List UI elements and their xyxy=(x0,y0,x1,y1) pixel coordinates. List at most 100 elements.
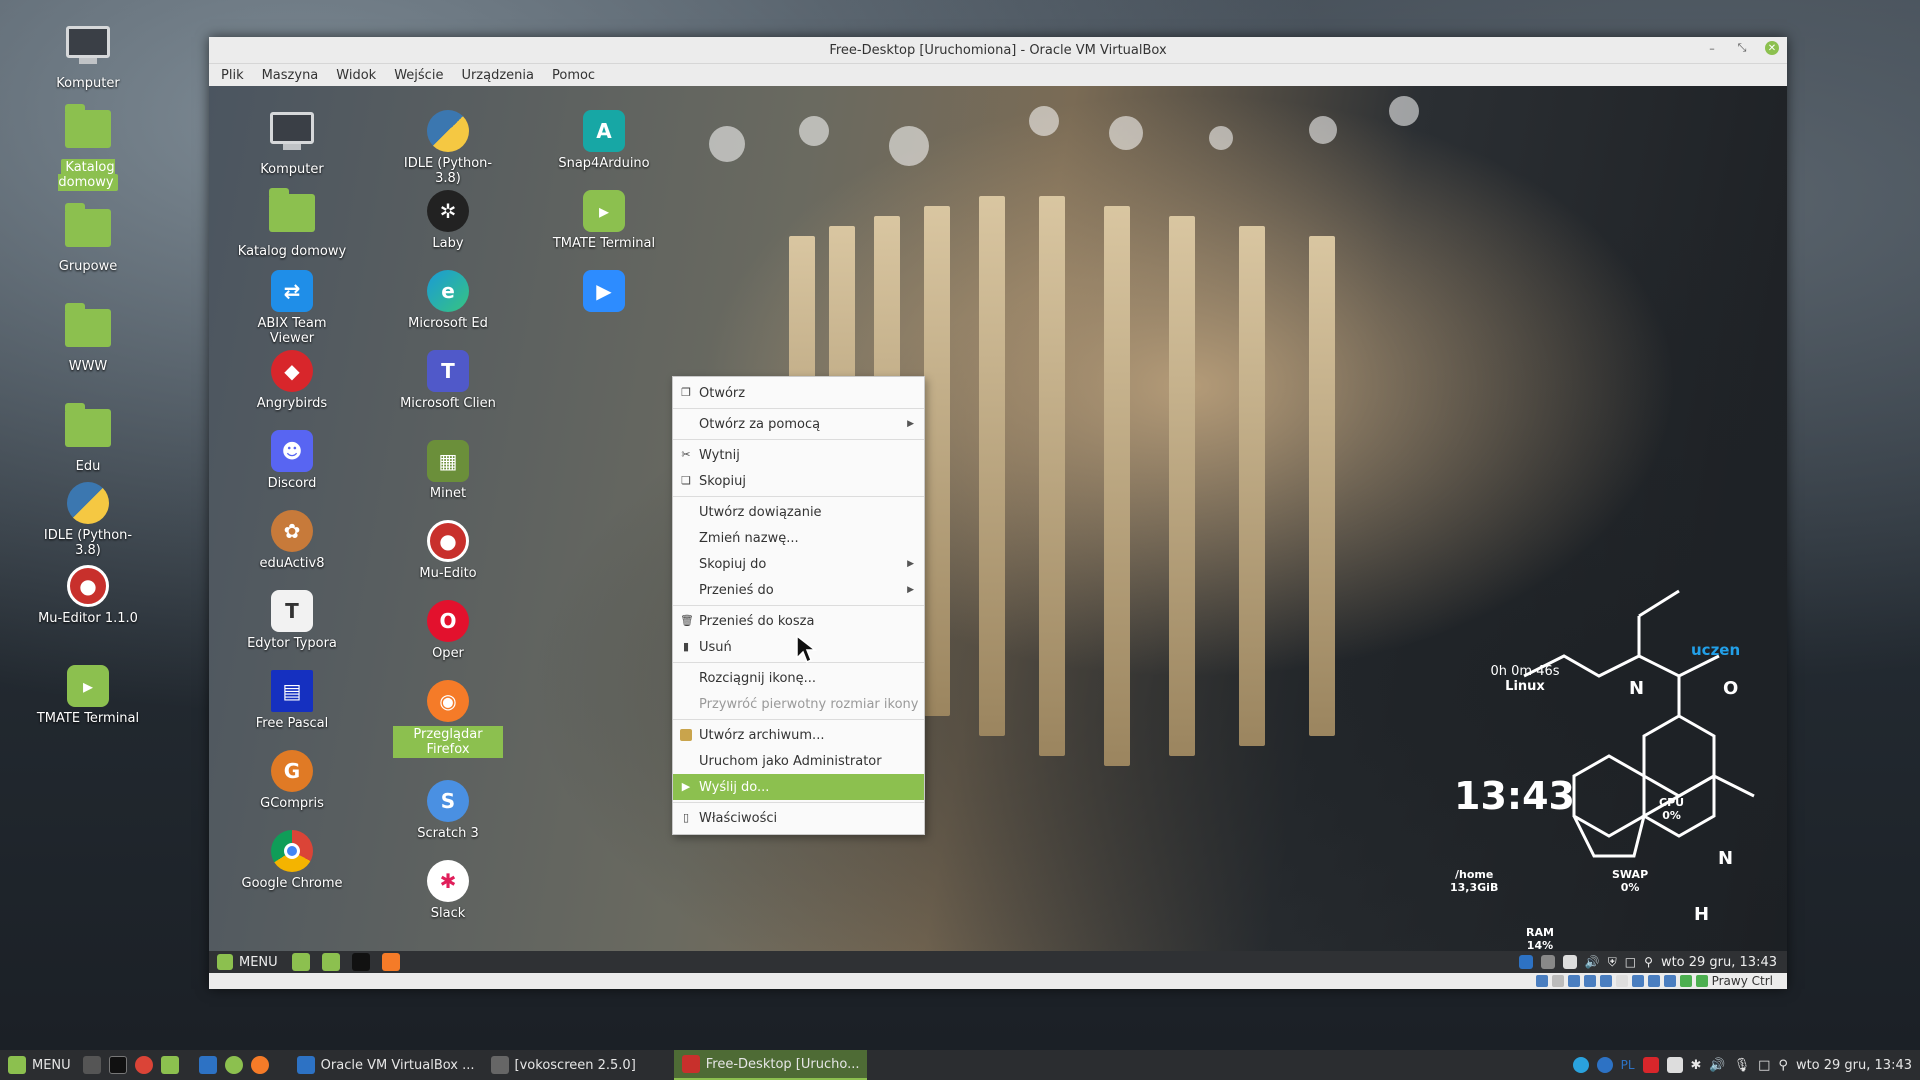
guest-clock[interactable]: wto 29 gru, 13:43 xyxy=(1661,955,1777,970)
host-icon-mu-editor[interactable]: ● Mu-Editor 1.1.0 xyxy=(33,563,143,626)
menu-plik[interactable]: Plik xyxy=(221,68,244,83)
menu-item-rename[interactable]: Zmień nazwę... xyxy=(673,525,924,551)
host-icon-grupowe[interactable]: Grupowe xyxy=(33,203,143,274)
shield-icon[interactable]: ⛨ xyxy=(1608,955,1617,970)
task-vokoscreen[interactable]: [vokoscreen 2.5.0] xyxy=(483,1050,644,1080)
guest-icon-eduactiv8[interactable]: ✿ eduActiv8 xyxy=(237,508,347,571)
restore-icon[interactable]: ⤡ xyxy=(1735,41,1749,55)
clipboard-icon[interactable] xyxy=(1562,955,1577,969)
hdd-icon[interactable] xyxy=(1535,975,1548,987)
guest-icon-snap4arduino[interactable]: A Snap4Arduino xyxy=(549,108,659,171)
firefox-icon[interactable] xyxy=(381,953,400,971)
host-icon-idle[interactable]: IDLE (Python-3.8) xyxy=(33,480,143,558)
virtualbox-window[interactable]: Free-Desktop [Uruchomiona] - Oracle VM V… xyxy=(209,37,1787,989)
window-icon[interactable]: □ xyxy=(1625,955,1636,969)
close-icon[interactable]: ✕ xyxy=(1765,41,1779,55)
menu-item-properties[interactable]: ▯ Właściwości xyxy=(673,805,924,831)
menu-item-create-archive[interactable]: Utwórz archiwum... xyxy=(673,722,924,748)
guest-icon-edge[interactable]: e Microsoft Ed xyxy=(393,268,503,331)
menu-item-send-to[interactable]: ▶ Wyślij do... xyxy=(673,774,924,800)
guest-icon-chrome[interactable]: Google Chrome xyxy=(237,828,347,891)
screenshot-icon[interactable] xyxy=(198,1056,217,1074)
guest-icon-abix[interactable]: ⇄ ABIX Team Viewer xyxy=(237,268,347,346)
minimize-icon[interactable]: – xyxy=(1705,41,1719,55)
guest-desktop[interactable]: Komputer Katalog domowy ⇄ ABIX Team View… xyxy=(209,86,1787,973)
volume-icon[interactable]: 🔊 xyxy=(1585,955,1600,969)
volume-icon[interactable]: 🔊 xyxy=(1709,1058,1725,1073)
shared-folder-icon[interactable] xyxy=(1615,975,1628,987)
display-icon[interactable] xyxy=(1631,975,1644,987)
show-desktop-icon[interactable] xyxy=(82,1056,101,1074)
chrome-icon[interactable] xyxy=(134,1056,153,1074)
guest-icon-slack[interactable]: ✱ Slack xyxy=(393,858,503,921)
usb-icon[interactable] xyxy=(1599,975,1612,987)
menu-wejscie[interactable]: Wejście xyxy=(394,68,443,83)
menu-pomoc[interactable]: Pomoc xyxy=(552,68,595,83)
guest-icon-freepascal[interactable]: ▤ Free Pascal xyxy=(237,668,347,731)
guest-icon-teams[interactable]: T Microsoft Clien xyxy=(393,348,503,411)
network-icon[interactable] xyxy=(1583,975,1596,987)
guest-icon-tmate[interactable]: ▸ TMATE Terminal xyxy=(549,188,659,251)
clipboard-icon[interactable] xyxy=(1666,1057,1683,1073)
keyboard-layout-indicator[interactable]: PL xyxy=(1621,1058,1635,1072)
host-clock[interactable]: wto 29 gru, 13:43 xyxy=(1796,1058,1912,1073)
menu-item-move-to-trash[interactable]: 🗑 Przenieś do kosza xyxy=(673,608,924,634)
window-titlebar[interactable]: Free-Desktop [Uruchomiona] - Oracle VM V… xyxy=(209,37,1787,64)
menu-item-copy[interactable]: ❏ Skopiuj xyxy=(673,468,924,494)
network-icon[interactable] xyxy=(1540,955,1555,969)
guest-icon-komputer[interactable]: Komputer xyxy=(237,108,347,177)
recording-icon[interactable] xyxy=(1647,975,1660,987)
optical-drive-icon[interactable] xyxy=(1551,975,1564,987)
guest-icon-gcompris[interactable]: G GCompris xyxy=(237,748,347,811)
location-icon[interactable]: ⚲ xyxy=(1778,1058,1788,1073)
guest-icon-idle[interactable]: IDLE (Python-3.8) xyxy=(393,108,503,186)
host-icon-www[interactable]: WWW xyxy=(33,303,143,374)
mail-icon[interactable] xyxy=(1642,1057,1659,1073)
telegram-icon[interactable] xyxy=(1572,1057,1589,1073)
software-manager-icon[interactable] xyxy=(224,1056,243,1074)
hp-icon[interactable] xyxy=(1596,1057,1613,1073)
mouse-integration-icon[interactable] xyxy=(1695,975,1708,987)
cpu-icon[interactable] xyxy=(1663,975,1676,987)
menu-item-copy-to[interactable]: Skopiuj do ▶ xyxy=(673,551,924,577)
bluetooth-icon[interactable]: ✱ xyxy=(1691,1058,1702,1073)
firefox-icon[interactable] xyxy=(250,1056,269,1074)
guest-icon-katalog-domowy[interactable]: Katalog domowy xyxy=(237,188,347,259)
guest-icon-discord[interactable]: ☻ Discord xyxy=(237,428,347,491)
host-icon-tmate[interactable]: ▸ TMATE Terminal xyxy=(33,663,143,726)
menu-item-make-link[interactable]: Utwórz dowiązanie xyxy=(673,499,924,525)
guest-icon-laby[interactable]: ✲ Laby xyxy=(393,188,503,251)
guest-icon-scratch[interactable]: S Scratch 3 xyxy=(393,778,503,841)
show-desktop-icon[interactable] xyxy=(291,953,310,971)
menu-item-run-as-admin[interactable]: Uruchom jako Administrator xyxy=(673,748,924,774)
menu-urzadzenia[interactable]: Urządzenia xyxy=(461,68,534,83)
menu-maszyna[interactable]: Maszyna xyxy=(262,68,319,83)
guest-icon-opera[interactable]: O Oper xyxy=(393,598,503,661)
terminal-icon[interactable] xyxy=(108,1056,127,1074)
menu-item-cut[interactable]: ✂ Wytnij xyxy=(673,442,924,468)
virtualization-icon[interactable] xyxy=(1679,975,1692,987)
task-virtualbox[interactable]: Oracle VM VirtualBox ... xyxy=(289,1050,483,1080)
guest-menu-button[interactable]: MENU xyxy=(209,954,286,970)
menu-item-open-with[interactable]: Otwórz za pomocą ▶ xyxy=(673,411,924,437)
guest-icon-typora[interactable]: T Edytor Typora xyxy=(237,588,347,651)
host-menu-button[interactable]: MENU xyxy=(0,1050,79,1080)
guest-icon-mu-editor[interactable]: ● Mu-Edito xyxy=(393,518,503,581)
guest-icon-zoom[interactable]: ▶ xyxy=(549,268,659,316)
terminal-icon[interactable] xyxy=(351,953,370,971)
window-icon[interactable]: □ xyxy=(1758,1058,1770,1073)
microphone-icon[interactable]: 🎙 xyxy=(1734,1058,1751,1073)
hp-icon[interactable] xyxy=(1518,955,1533,969)
menu-item-move-to[interactable]: Przenieś do ▶ xyxy=(673,577,924,603)
guest-icon-angrybirds[interactable]: ◆ Angrybirds xyxy=(237,348,347,411)
files-icon[interactable] xyxy=(160,1056,179,1074)
guest-icon-firefox[interactable]: ◉ Przeglądar Firefox xyxy=(393,678,503,758)
menu-item-stretch-icon[interactable]: Rozciągnij ikonę... xyxy=(673,665,924,691)
host-icon-edu[interactable]: Edu xyxy=(33,403,143,474)
audio-icon[interactable] xyxy=(1567,975,1580,987)
menu-item-open[interactable]: ❐ Otwórz xyxy=(673,380,924,406)
files-icon[interactable] xyxy=(321,953,340,971)
host-icon-komputer[interactable]: Komputer xyxy=(33,22,143,91)
task-free-desktop[interactable]: Free-Desktop [Urucho... xyxy=(673,1050,868,1080)
guest-icon-minetest[interactable]: ▦ Minet xyxy=(393,438,503,501)
